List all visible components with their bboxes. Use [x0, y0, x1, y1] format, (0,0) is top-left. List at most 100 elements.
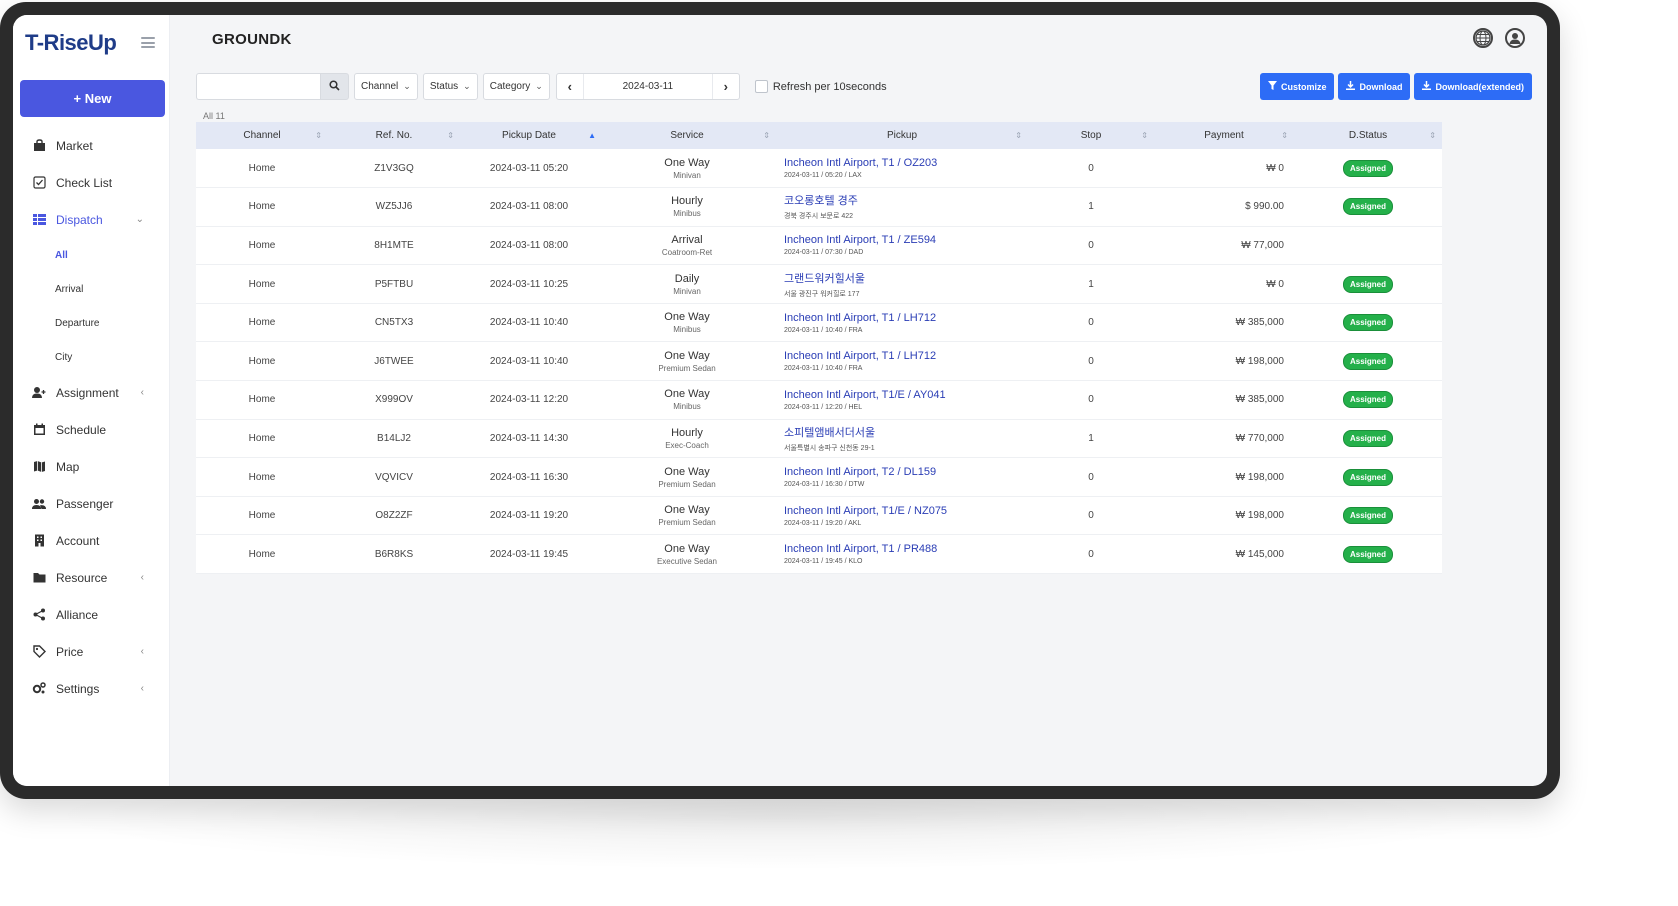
cell-pickup: Incheon Intl Airport, T2 / DL159 2024-03-… [776, 458, 1028, 497]
status-badge[interactable]: Assigned [1342, 429, 1393, 447]
status-badge[interactable]: Assigned [1342, 159, 1393, 177]
table-row[interactable]: Home CN5TX3 2024-03-11 10:40 One Way Minibus… [196, 303, 1442, 342]
globe-icon[interactable] [1473, 28, 1493, 48]
column-header-ref[interactable]: Ref. No. ⇕ [328, 122, 460, 149]
pickup-link[interactable]: Incheon Intl Airport, T1 / OZ203 [784, 157, 1024, 169]
sidebar-item-check-list[interactable]: Check List [13, 164, 169, 201]
filter-label: Category [489, 81, 531, 92]
status-badge[interactable]: Assigned [1342, 545, 1393, 563]
column-header-status[interactable]: D.Status ⇕ [1294, 122, 1442, 149]
cell-ref[interactable]: VQVICV [328, 458, 460, 497]
user-profile-icon[interactable] [1505, 28, 1525, 48]
chevron-left-icon: ‹ [140, 572, 144, 583]
table-row[interactable]: Home O8Z2ZF 2024-03-11 19:20 One Way Premium… [196, 496, 1442, 535]
cell-service: Hourly Minibus [598, 188, 776, 227]
pickup-link[interactable]: Incheon Intl Airport, T1 / ZE594 [784, 234, 1024, 246]
cell-ref[interactable]: B6R8KS [328, 535, 460, 574]
refresh-checkbox[interactable] [754, 80, 768, 93]
column-header-stop[interactable]: Stop ⇕ [1028, 122, 1154, 149]
pickup-link[interactable]: Incheon Intl Airport, T1 / LH712 [784, 350, 1024, 362]
pickup-link[interactable]: Incheon Intl Airport, T2 / DL159 [784, 466, 1024, 478]
next-date-button[interactable]: › [713, 74, 739, 99]
cell-ref[interactable]: 8H1MTE [328, 226, 460, 265]
table-row[interactable]: Home 8H1MTE 2024-03-11 08:00 Arrival Coatroo… [196, 226, 1442, 265]
cell-ref[interactable]: P5FTBU [328, 265, 460, 304]
channel-filter[interactable]: Channel ⌄ [354, 73, 418, 100]
pickup-link[interactable]: 소피텔앰배서더서울 [784, 424, 1024, 440]
sidebar-item-label: Dispatch [56, 212, 103, 227]
column-header-pickup[interactable]: Pickup ⇕ [776, 122, 1028, 149]
prev-date-button[interactable]: ‹ [557, 74, 583, 99]
download-button[interactable]: Download [1338, 73, 1411, 100]
sidebar-item-passenger[interactable]: Passenger [13, 485, 169, 522]
sidebar-item-assignment[interactable]: Assignment ‹ [13, 374, 169, 411]
cell-status: Assigned [1294, 458, 1442, 497]
table-row[interactable]: Home P5FTBU 2024-03-11 10:25 Daily Minivan 그랜… [196, 264, 1442, 304]
cell-ref[interactable]: CN5TX3 [328, 303, 460, 342]
pickup-link[interactable]: Incheon Intl Airport, T1/E / AY041 [784, 389, 1024, 401]
search-input[interactable] [196, 73, 320, 100]
date-value[interactable]: 2024-03-11 [582, 74, 713, 99]
status-badge[interactable]: Assigned [1342, 314, 1393, 332]
page-title: GROUNDK [212, 31, 292, 48]
sidebar-item-dispatch[interactable]: Dispatch ⌄ [13, 201, 169, 238]
category-filter[interactable]: Category ⌄ [482, 73, 550, 100]
cell-ref[interactable]: J6TWEE [328, 342, 460, 381]
pickup-link[interactable]: Incheon Intl Airport, T1 / LH712 [784, 312, 1024, 324]
table-row[interactable]: Home B6R8KS 2024-03-11 19:45 One Way Executi… [196, 534, 1442, 574]
refresh-toggle: Refresh per 10seconds [754, 80, 887, 93]
status-badge[interactable]: Assigned [1342, 468, 1393, 486]
sidebar-item-price[interactable]: Price ‹ [13, 633, 169, 670]
sidebar-item-schedule[interactable]: Schedule [13, 411, 169, 448]
cell-ref[interactable]: O8Z2ZF [328, 496, 460, 535]
chevron-down-icon: ⌄ [403, 81, 411, 91]
dispatch-sub-departure[interactable]: Departure [13, 306, 169, 340]
cell-ref[interactable]: X999OV [328, 381, 460, 420]
cell-ref[interactable]: B14LJ2 [328, 419, 460, 458]
table-row[interactable]: Home Z1V3GQ 2024-03-11 05:20 One Way Minivan… [196, 149, 1442, 188]
new-button[interactable]: + New [20, 80, 165, 117]
table-row[interactable]: Home B14LJ2 2024-03-11 14:30 Hourly Exec-Coa… [196, 419, 1442, 458]
sidebar-item-settings[interactable]: Settings ‹ [13, 670, 169, 707]
pickup-link[interactable]: 코오롱호텔 경주 [784, 192, 1024, 208]
dispatch-sub-all[interactable]: All [13, 238, 169, 272]
sidebar-item-resource[interactable]: Resource ‹ [13, 559, 169, 596]
download-extended-button[interactable]: Download(extended) [1414, 73, 1532, 100]
cell-service: One Way Premium Sedan [598, 458, 776, 497]
table-row[interactable]: Home VQVICV 2024-03-11 16:30 One Way Premium… [196, 457, 1442, 497]
table-row[interactable]: Home J6TWEE 2024-03-11 10:40 One Way Premium… [196, 341, 1442, 381]
sidebar-item-market[interactable]: Market [13, 127, 169, 164]
cell-service: One Way Minivan [598, 149, 776, 188]
sidebar-item-alliance[interactable]: Alliance [13, 596, 169, 633]
status-badge[interactable]: Assigned [1342, 275, 1393, 293]
column-header-service[interactable]: Service ⇕ [598, 122, 776, 149]
pickup-link[interactable]: Incheon Intl Airport, T1 / PR488 [784, 543, 1024, 555]
column-header-payment[interactable]: Payment ⇕ [1154, 122, 1294, 149]
search-button[interactable] [320, 73, 349, 100]
hamburger-menu-icon[interactable] [141, 37, 155, 48]
pickup-link[interactable]: 그랜드워커힐서울 [784, 270, 1024, 286]
share-icon [32, 608, 46, 622]
table-row[interactable]: Home X999OV 2024-03-11 12:20 One Way Minibus… [196, 380, 1442, 420]
dispatch-sub-arrival[interactable]: Arrival [13, 272, 169, 306]
service-type: One Way [664, 465, 710, 478]
pickup-link[interactable]: Incheon Intl Airport, T1/E / NZ075 [784, 505, 1024, 517]
cell-ref[interactable]: WZ5JJ6 [328, 188, 460, 227]
status-filter[interactable]: Status ⌄ [422, 73, 478, 100]
dispatch-sub-city[interactable]: City [13, 340, 169, 374]
cell-ref[interactable]: Z1V3GQ [328, 149, 460, 188]
status-badge[interactable]: Assigned [1342, 391, 1393, 409]
chevron-left-icon: ‹ [140, 387, 144, 398]
customize-button[interactable]: Customize [1259, 73, 1335, 100]
column-header-pickup-date[interactable]: Pickup Date ▲ [460, 122, 598, 149]
column-header-channel[interactable]: Channel ⇕ [196, 122, 328, 149]
table-row[interactable]: Home WZ5JJ6 2024-03-11 08:00 Hourly Minibus 코… [196, 187, 1442, 227]
sidebar-item-account[interactable]: Account [13, 522, 169, 559]
service-type: Hourly [671, 426, 703, 439]
status-badge[interactable]: Assigned [1342, 507, 1393, 525]
status-badge[interactable]: Assigned [1342, 352, 1393, 370]
service-type: Daily [674, 272, 700, 285]
sidebar-item-map[interactable]: Map [13, 448, 169, 485]
sidebar-nav: Market Check List Dispatch ⌄ All Arrival… [13, 127, 169, 707]
status-badge[interactable]: Assigned [1342, 198, 1393, 216]
